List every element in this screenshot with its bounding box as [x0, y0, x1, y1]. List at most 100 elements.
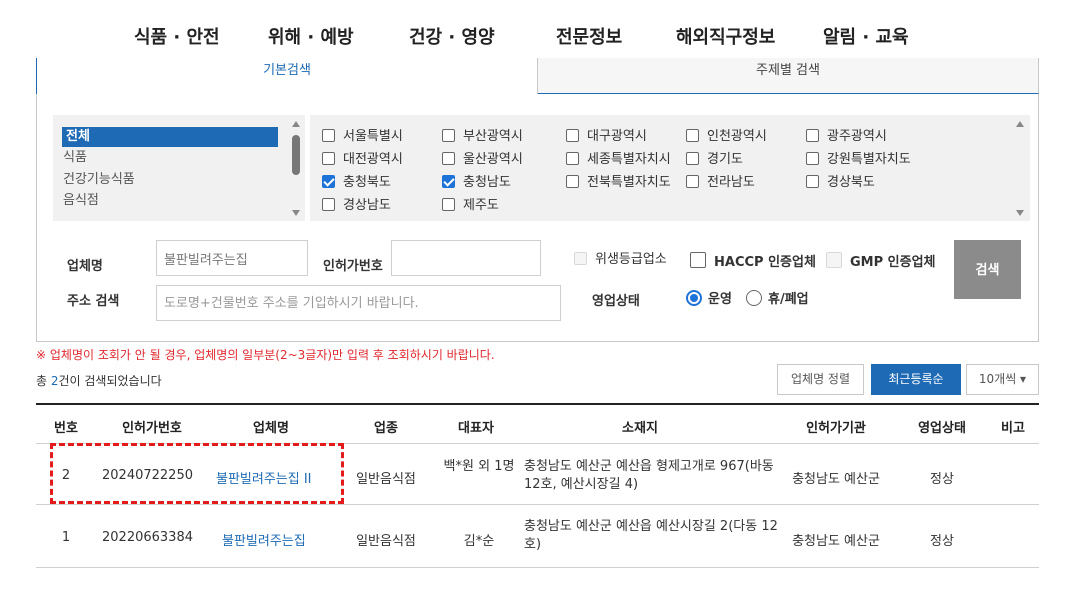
nav-health-nutrition[interactable]: 건강 · 영양	[409, 23, 495, 49]
region-checkbox[interactable]: 경상북도	[806, 175, 875, 191]
checkbox-icon[interactable]	[574, 252, 587, 265]
checkbox-icon[interactable]	[322, 129, 335, 142]
row-owner: 김*순	[463, 534, 495, 549]
header-note: 비고	[1001, 421, 1025, 436]
haccp-checkbox[interactable]: HACCP 인증업체	[690, 252, 816, 270]
checkbox-icon[interactable]	[442, 198, 455, 211]
region-label: 경기도	[707, 152, 743, 167]
region-checkbox[interactable]: 울산광역시	[442, 152, 523, 168]
checkbox-checked-icon[interactable]	[322, 175, 335, 188]
region-checkbox[interactable]: 경기도	[686, 152, 743, 168]
per-page-select[interactable]: 10개씩 ▾	[966, 364, 1039, 395]
checkbox-icon[interactable]	[806, 129, 819, 142]
region-checkbox[interactable]: 전북특별자치도	[566, 175, 671, 191]
region-checkbox[interactable]: 대구광역시	[566, 129, 647, 145]
region-checkbox[interactable]: 서울특별시	[322, 129, 403, 145]
address-search-input[interactable]	[156, 285, 561, 321]
category-item-restaurant[interactable]: 음식점	[63, 191, 99, 211]
business-name-input[interactable]	[156, 240, 308, 276]
region-label: 대전광역시	[343, 152, 403, 167]
scroll-down-icon[interactable]	[292, 210, 300, 216]
scroll-down-icon[interactable]	[1016, 210, 1024, 216]
radio-icon[interactable]	[746, 290, 762, 306]
nav-expert-info[interactable]: 전문정보	[556, 23, 622, 49]
region-label: 충청남도	[463, 175, 511, 190]
region-checkbox[interactable]: 충청남도	[442, 175, 511, 191]
region-checkbox[interactable]: 경상남도	[322, 198, 391, 214]
checkbox-icon[interactable]	[686, 129, 699, 142]
row-address: 충청남도 예산군 예산읍 형제고개로 967(바동 12호, 예산시장길 4)	[524, 459, 774, 492]
checkbox-icon[interactable]	[322, 152, 335, 165]
license-number-input[interactable]	[391, 240, 541, 276]
nav-overseas-purchase[interactable]: 해외직구정보	[676, 23, 775, 49]
region-label: 경상북도	[827, 175, 875, 190]
region-label: 전라남도	[707, 175, 755, 190]
category-scrollbar[interactable]	[290, 115, 302, 221]
region-checkbox[interactable]: 전라남도	[686, 175, 755, 191]
scroll-thumb[interactable]	[292, 135, 300, 175]
scroll-up-icon[interactable]	[1016, 121, 1024, 127]
checkbox-icon[interactable]	[442, 129, 455, 142]
region-label: 제주도	[463, 198, 499, 213]
region-checkbox[interactable]: 인천광역시	[686, 129, 767, 145]
business-name-label: 업체명	[67, 259, 103, 274]
category-list[interactable]: 전체 식품 건강기능식품 음식점	[53, 115, 305, 221]
checkbox-icon[interactable]	[806, 175, 819, 188]
result-count-suffix: 건이 검색되었습니다	[58, 374, 162, 388]
region-label: 강원특별자치도	[827, 152, 911, 167]
region-checkbox[interactable]: 충청북도	[322, 175, 391, 191]
status-closed-radio[interactable]: 휴/폐업	[746, 290, 809, 307]
row-business-type: 일반음식점	[356, 472, 416, 487]
sort-by-name-button[interactable]: 업체명 정렬	[777, 364, 864, 395]
region-checkbox[interactable]: 부산광역시	[442, 129, 523, 145]
checkbox-icon[interactable]	[566, 152, 579, 165]
row-status: 정상	[930, 534, 954, 549]
region-list: 서울특별시 부산광역시 대구광역시 인천광역시 광주광역시대전광역시 울산광역시 세종특별자…	[310, 115, 1030, 221]
category-item-all[interactable]: 전체	[62, 127, 278, 147]
result-count: 총 2건이 검색되었습니다	[36, 372, 162, 389]
search-button[interactable]: 검색	[954, 240, 1021, 299]
nav-notice-education[interactable]: 알림 · 교육	[823, 23, 909, 49]
header-status: 영업상태	[918, 421, 966, 436]
checkbox-icon[interactable]	[442, 152, 455, 165]
checkbox-icon[interactable]	[686, 152, 699, 165]
region-checkbox[interactable]: 세종특별자치시	[566, 152, 671, 168]
checkbox-icon[interactable]	[826, 252, 842, 268]
checkbox-icon[interactable]	[566, 175, 579, 188]
row-status: 정상	[930, 472, 954, 487]
category-item-food[interactable]: 식품	[63, 148, 87, 168]
tab-basic-search[interactable]: 기본검색	[36, 58, 538, 94]
header-business-name: 업체명	[253, 421, 289, 436]
category-item-health-food[interactable]: 건강기능식품	[63, 170, 135, 190]
result-count-prefix: 총	[36, 374, 51, 388]
radio-selected-icon[interactable]	[686, 290, 702, 306]
header-address: 소재지	[622, 421, 658, 436]
region-label: 서울특별시	[343, 129, 403, 144]
tab-topic-search[interactable]: 주제별 검색	[538, 58, 1039, 94]
checkbox-icon[interactable]	[686, 175, 699, 188]
checkbox-checked-icon[interactable]	[442, 175, 455, 188]
checkbox-icon[interactable]	[566, 129, 579, 142]
region-label: 전북특별자치도	[587, 175, 671, 190]
region-scrollbar[interactable]	[1014, 115, 1026, 221]
checkbox-icon[interactable]	[322, 198, 335, 211]
scroll-up-icon[interactable]	[292, 121, 300, 127]
region-checkbox[interactable]: 광주광역시	[806, 129, 887, 145]
checkbox-icon[interactable]	[806, 152, 819, 165]
top-navigation: 식품 · 안전 위해 · 예방 건강 · 영양 전문정보 해외직구정보 알림 ·…	[0, 0, 1080, 64]
row-business-name-link[interactable]: 불판빌려주는집	[222, 530, 306, 549]
row-license: 20220663384	[102, 530, 193, 545]
region-checkbox[interactable]: 강원특별자치도	[806, 152, 911, 168]
status-active-radio[interactable]: 운영	[686, 290, 732, 307]
region-label: 충청북도	[343, 175, 391, 190]
gmp-checkbox[interactable]: GMP 인증업체	[826, 252, 936, 270]
highlight-annotation	[50, 443, 344, 504]
hygiene-grade-checkbox[interactable]: 위생등급업소	[574, 252, 667, 268]
sort-recent-button[interactable]: 최근등록순	[871, 364, 961, 395]
region-checkbox[interactable]: 제주도	[442, 198, 499, 214]
nav-hazard-prevention[interactable]: 위해 · 예방	[268, 23, 354, 49]
nav-food-safety[interactable]: 식품 · 안전	[134, 23, 220, 49]
checkbox-icon[interactable]	[690, 252, 706, 268]
region-label: 대구광역시	[587, 129, 647, 144]
region-checkbox[interactable]: 대전광역시	[322, 152, 403, 168]
